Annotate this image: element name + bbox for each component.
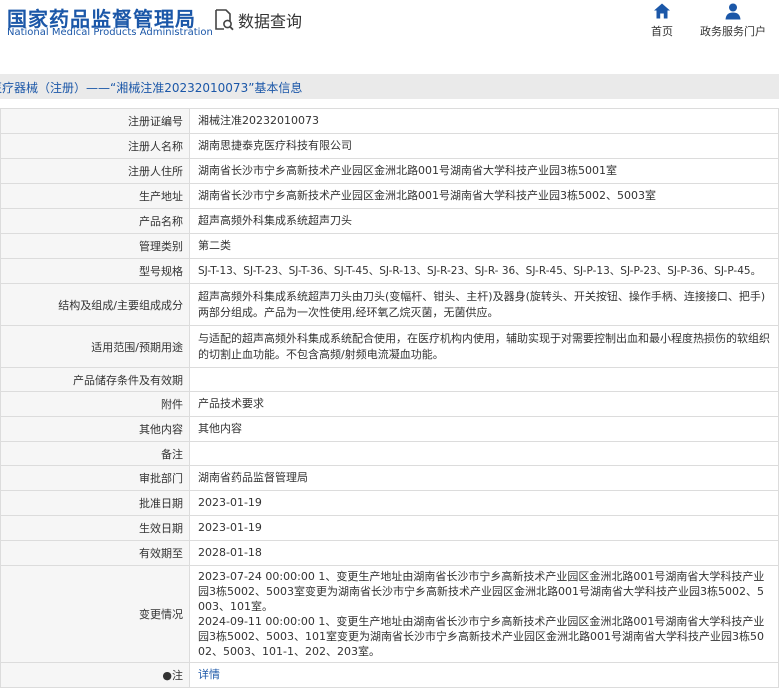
home-icon bbox=[654, 3, 670, 19]
detail-table: 注册证编号 湘械注准20232010073 注册人名称 湖南思捷泰克医疗科技有限… bbox=[0, 108, 779, 688]
row-label: 批准日期 bbox=[0, 490, 190, 516]
row-value: 超声高频外科集成系统超声刀头由刀头(变幅杆、钳头、主杆)及器身(旋转头、开关按钮… bbox=[189, 283, 779, 326]
table-row: 批准日期 2023-01-19 bbox=[0, 490, 779, 516]
nav-service-portal-label: 政务服务门户 bbox=[700, 25, 766, 38]
table-row: 型号规格 SJ-T-13、SJ-T-23、SJ-T-36、SJ-T-45、SJ-… bbox=[0, 258, 779, 284]
nav-home[interactable]: 首页 bbox=[622, 2, 702, 39]
details-link[interactable]: 详情 bbox=[198, 668, 220, 681]
table-row: 生产地址 湖南省长沙市宁乡高新技术产业园区金洲北路001号湖南省大学科技产业园3… bbox=[0, 183, 779, 209]
table-row: 适用范围/预期用途 与适配的超声高频外科集成系统配合使用，在医疗机构内使用，辅助… bbox=[0, 325, 779, 368]
table-row: 生效日期 2023-01-19 bbox=[0, 515, 779, 541]
row-value: 湖南省长沙市宁乡高新技术产业园区金洲北路001号湖南省大学科技产业园3栋5001… bbox=[189, 158, 779, 184]
row-value: 2023-01-19 bbox=[189, 490, 779, 516]
table-row: ●注 详情 bbox=[0, 662, 779, 688]
row-label: 产品储存条件及有效期 bbox=[0, 367, 190, 392]
row-label: 结构及组成/主要组成成分 bbox=[0, 283, 190, 326]
row-label: 注册人名称 bbox=[0, 133, 190, 159]
table-row: 其他内容 其他内容 bbox=[0, 416, 779, 442]
row-value: 产品技术要求 bbox=[189, 391, 779, 417]
row-value: 湖南思捷泰克医疗科技有限公司 bbox=[189, 133, 779, 159]
data-query[interactable]: 数据查询 bbox=[214, 8, 302, 32]
table-row: 有效期至 2028-01-18 bbox=[0, 540, 779, 566]
table-row: 附件 产品技术要求 bbox=[0, 391, 779, 417]
table-row: 审批部门 湖南省药品监督管理局 bbox=[0, 465, 779, 491]
row-value: 湘械注准20232010073 bbox=[189, 108, 779, 134]
table-row: 管理类别 第二类 bbox=[0, 233, 779, 259]
row-label: 注册证编号 bbox=[0, 108, 190, 134]
row-label: 注册人住所 bbox=[0, 158, 190, 184]
nav-home-label: 首页 bbox=[651, 25, 673, 38]
table-row: 产品储存条件及有效期 bbox=[0, 367, 779, 392]
breadcrumb: 医疗器械（注册）——“湘械注准20232010073”基本信息 bbox=[0, 74, 779, 99]
row-value: 2023-01-19 bbox=[189, 515, 779, 541]
row-value: 其他内容 bbox=[189, 416, 779, 442]
row-label: 适用范围/预期用途 bbox=[0, 325, 190, 368]
row-label: 附件 bbox=[0, 391, 190, 417]
row-value: 湖南省药品监督管理局 bbox=[189, 465, 779, 491]
row-label: 备注 bbox=[0, 441, 190, 466]
row-label: 管理类别 bbox=[0, 233, 190, 259]
nav-service-portal[interactable]: 政务服务门户 bbox=[693, 2, 773, 39]
row-value: SJ-T-13、SJ-T-23、SJ-T-36、SJ-T-45、SJ-R-13、… bbox=[189, 258, 779, 284]
row-value: 详情 bbox=[189, 662, 779, 688]
table-row: 产品名称 超声高频外科集成系统超声刀头 bbox=[0, 208, 779, 234]
row-label: 生效日期 bbox=[0, 515, 190, 541]
site-subtitle: National Medical Products Administration bbox=[7, 27, 213, 38]
row-value: 与适配的超声高频外科集成系统配合使用，在医疗机构内使用，辅助实现于对需要控制出血… bbox=[189, 325, 779, 368]
site-header: 国家药品监督管理局 National Medical Products Admi… bbox=[0, 0, 779, 62]
row-label: 其他内容 bbox=[0, 416, 190, 442]
table-row: 注册人名称 湖南思捷泰克医疗科技有限公司 bbox=[0, 133, 779, 159]
table-row: 注册证编号 湘械注准20232010073 bbox=[0, 108, 779, 134]
row-value: 第二类 bbox=[189, 233, 779, 259]
breadcrumb-text: 医疗器械（注册）——“湘械注准20232010073”基本信息 bbox=[0, 81, 303, 95]
row-label: 生产地址 bbox=[0, 183, 190, 209]
table-row: 备注 bbox=[0, 441, 779, 466]
user-icon bbox=[725, 3, 741, 20]
document-search-icon bbox=[215, 9, 234, 31]
row-value bbox=[189, 367, 779, 392]
row-label: ●注 bbox=[0, 662, 190, 688]
row-value bbox=[189, 441, 779, 466]
table-row: 结构及组成/主要组成成分 超声高频外科集成系统超声刀头由刀头(变幅杆、钳头、主杆… bbox=[0, 283, 779, 326]
row-value: 湖南省长沙市宁乡高新技术产业园区金洲北路001号湖南省大学科技产业园3栋5002… bbox=[189, 183, 779, 209]
table-row: 注册人住所 湖南省长沙市宁乡高新技术产业园区金洲北路001号湖南省大学科技产业园… bbox=[0, 158, 779, 184]
data-query-label: 数据查询 bbox=[238, 12, 303, 31]
row-label: 有效期至 bbox=[0, 540, 190, 566]
row-value: 超声高频外科集成系统超声刀头 bbox=[189, 208, 779, 234]
row-label: 产品名称 bbox=[0, 208, 190, 234]
row-label: 审批部门 bbox=[0, 465, 190, 491]
row-label: 型号规格 bbox=[0, 258, 190, 284]
row-value: 2028-01-18 bbox=[189, 540, 779, 566]
